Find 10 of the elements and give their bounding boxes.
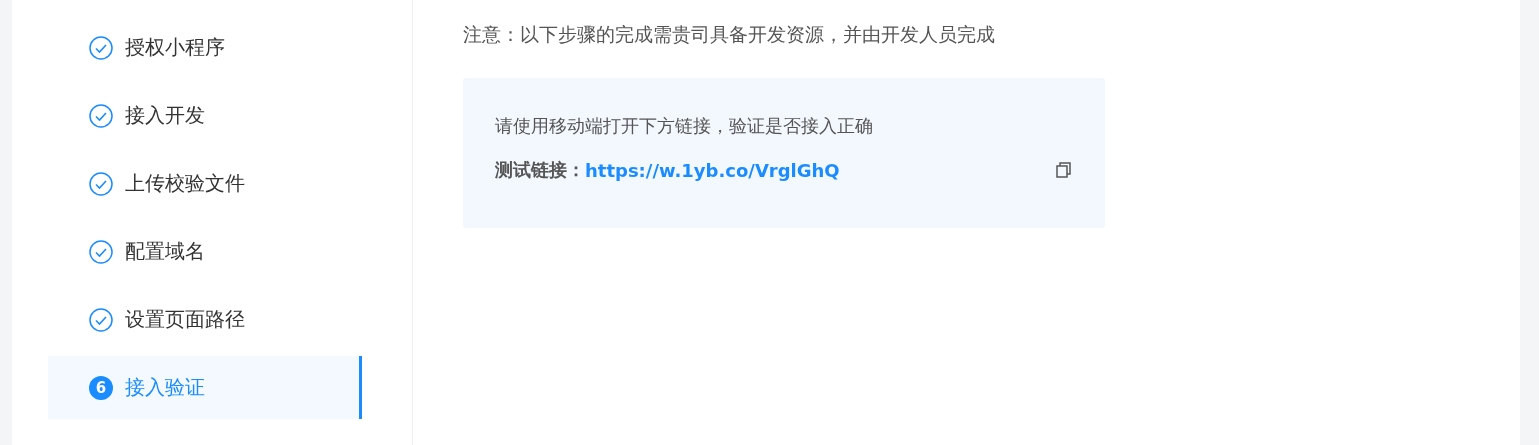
step-item[interactable]: 授权小程序 (48, 16, 362, 79)
step-item[interactable]: 配置域名 (48, 220, 362, 283)
step-item[interactable]: 上传校验文件 (48, 152, 362, 215)
instruction-text: 请使用移动端打开下方链接，验证是否接入正确 (495, 114, 874, 138)
link-label: 测试链接： (495, 158, 585, 182)
step-number: 6 (89, 375, 113, 400)
step-item[interactable]: 接入开发 (48, 84, 362, 147)
step-item[interactable]: 设置页面路径 (48, 288, 362, 351)
notice-text: 注意：以下步骤的完成需贵司具备开发资源，并由开发人员完成 (463, 22, 996, 47)
copy-icon[interactable] (1055, 161, 1073, 179)
